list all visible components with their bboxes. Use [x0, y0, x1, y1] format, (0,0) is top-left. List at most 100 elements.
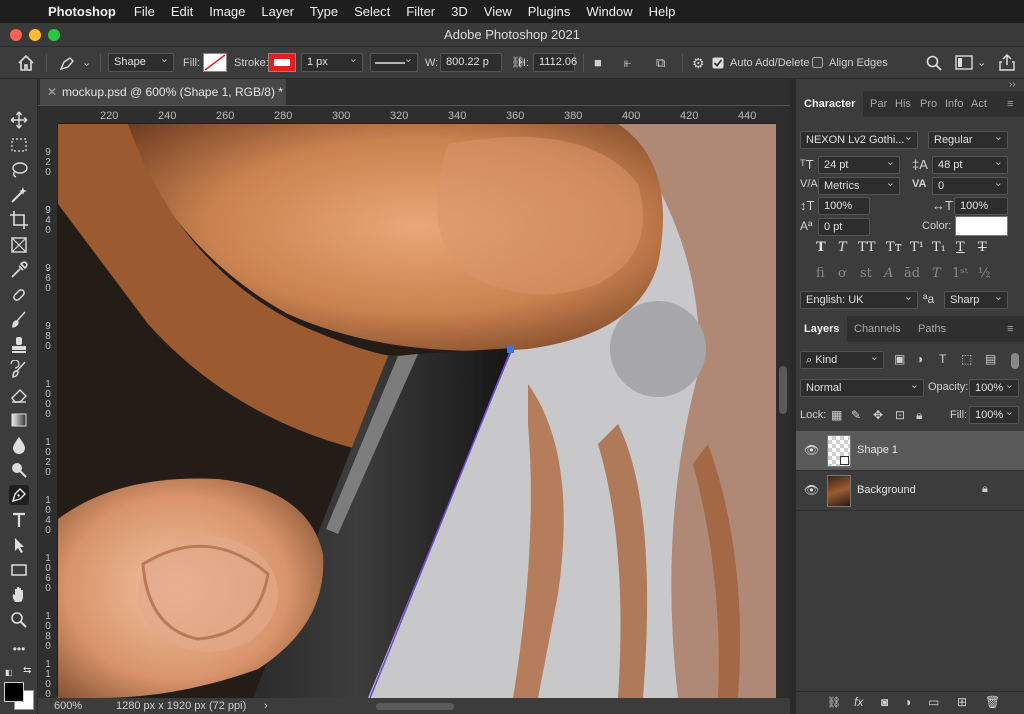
ruler-origin[interactable]: [38, 106, 58, 124]
pen-tool-preset-icon[interactable]: [58, 55, 78, 71]
menu-select[interactable]: Select: [354, 4, 390, 19]
vertical-scrollbar[interactable]: [776, 106, 790, 698]
contextual-icon[interactable]: T: [932, 266, 941, 281]
history-brush-tool-icon[interactable]: [9, 360, 29, 380]
underline-icon[interactable]: T: [956, 240, 965, 255]
search-icon[interactable]: [926, 55, 942, 71]
share-icon[interactable]: [999, 54, 1015, 71]
path-arrangement-icon[interactable]: ⧉: [656, 53, 665, 73]
tab-channels[interactable]: Channels: [854, 316, 900, 342]
small-caps-icon[interactable]: Tᴛ: [886, 240, 902, 255]
tab-info[interactable]: Info: [945, 91, 963, 117]
menu-layer[interactable]: Layer: [261, 4, 294, 19]
auto-add-delete-checkbox[interactable]: [712, 57, 724, 69]
crop-tool-icon[interactable]: [9, 210, 29, 230]
menu-help[interactable]: Help: [649, 4, 676, 19]
workspace-chevron-icon[interactable]: ⌄: [977, 53, 986, 73]
magic-wand-tool-icon[interactable]: [9, 185, 29, 205]
menu-plugins[interactable]: Plugins: [528, 4, 571, 19]
lock-all-icon[interactable]: 🔒︎: [916, 408, 922, 423]
scroll-thumb[interactable]: [779, 366, 787, 414]
old-style-icon[interactable]: ơ: [838, 266, 846, 281]
menu-view[interactable]: View: [484, 4, 512, 19]
hand-tool-icon[interactable]: [9, 585, 29, 605]
more-tools-icon[interactable]: •••: [9, 639, 29, 659]
filter-type-icon[interactable]: T: [939, 352, 946, 366]
move-tool-icon[interactable]: [9, 110, 29, 130]
eraser-tool-icon[interactable]: [9, 385, 29, 405]
home-icon[interactable]: [17, 55, 35, 71]
gradient-tool-icon[interactable]: [9, 410, 29, 430]
collapse-panels-icon[interactable]: ››: [1009, 79, 1016, 90]
frame-tool-icon[interactable]: [9, 235, 29, 255]
menu-type[interactable]: Type: [310, 4, 338, 19]
zoom-tool-icon[interactable]: [9, 610, 29, 630]
menu-filter[interactable]: Filter: [406, 4, 435, 19]
eyedropper-tool-icon[interactable]: [9, 260, 29, 280]
lock-artboard-icon[interactable]: ⊡: [895, 408, 905, 422]
font-size-field[interactable]: 24 pt: [818, 154, 900, 174]
layers-panel-menu-icon[interactable]: ≡: [1007, 316, 1013, 342]
tab-paths[interactable]: Paths: [918, 316, 946, 342]
add-mask-icon[interactable]: ◙: [881, 695, 888, 709]
status-menu-chevron-icon[interactable]: ›: [264, 698, 268, 714]
language-select[interactable]: English: UK: [800, 289, 918, 309]
tab-actions[interactable]: Act: [971, 91, 987, 117]
layer-filter-select[interactable]: ⌕ Kind: [800, 349, 884, 369]
foreground-color-swatch[interactable]: [4, 682, 24, 702]
swash-icon[interactable]: st: [860, 266, 872, 281]
link-layers-icon[interactable]: ⛓: [827, 696, 841, 709]
menu-file[interactable]: File: [134, 4, 155, 19]
pen-tool-icon[interactable]: [9, 485, 29, 505]
eye-icon[interactable]: 👁︎: [804, 483, 819, 497]
stroke-type-select[interactable]: [370, 51, 418, 72]
lock-transparency-icon[interactable]: ▦: [831, 408, 842, 422]
zoom-level[interactable]: 600%: [54, 698, 82, 714]
zoom-window-button[interactable]: [48, 29, 60, 41]
lock-position-icon[interactable]: ✥: [873, 408, 883, 422]
tab-properties[interactable]: Pro: [920, 91, 937, 117]
titling-icon[interactable]: ād: [904, 266, 920, 281]
vertical-scale-field[interactable]: 100%: [818, 197, 870, 215]
ligatures-icon[interactable]: fi: [816, 266, 825, 281]
filter-pixel-icon[interactable]: ▣: [894, 352, 905, 366]
healing-brush-tool-icon[interactable]: [9, 285, 29, 305]
minimize-window-button[interactable]: [29, 29, 41, 41]
preset-chevron-icon[interactable]: ⌄: [82, 53, 91, 73]
tab-character[interactable]: Character: [796, 91, 864, 117]
workspace-icon[interactable]: [955, 55, 973, 70]
filter-smart-object-icon[interactable]: ▤: [985, 352, 996, 366]
leading-field[interactable]: 48 pt: [932, 154, 1008, 174]
fill-swatch[interactable]: [203, 53, 227, 72]
ordinals-icon[interactable]: 1ˢᵗ: [952, 266, 968, 281]
fractions-icon[interactable]: ½: [978, 266, 991, 281]
tab-layers[interactable]: Layers: [796, 316, 848, 342]
all-caps-icon[interactable]: TT: [858, 240, 876, 255]
font-style-select[interactable]: Regular: [928, 129, 1008, 149]
horizontal-ruler[interactable]: 220 240 260 280 300 320 340 360 380 400 …: [58, 106, 776, 124]
font-family-select[interactable]: NEXON Lv2 Gothi...: [800, 129, 918, 149]
path-alignment-icon[interactable]: ⫦: [624, 53, 631, 73]
faux-italic-icon[interactable]: T: [838, 240, 847, 255]
filter-adjustment-icon[interactable]: ◑: [916, 352, 923, 366]
lasso-tool-icon[interactable]: [9, 160, 29, 180]
panel-menu-icon[interactable]: ≡: [1007, 91, 1013, 117]
vertical-ruler[interactable]: 9 2 0 9 4 0 9 6 0 9 8 0 1 0 0 0 1 0 2 0 …: [38, 124, 58, 700]
superscript-icon[interactable]: T¹: [910, 240, 924, 255]
height-field[interactable]: 1112.06: [533, 53, 577, 72]
menu-window[interactable]: Window: [586, 4, 632, 19]
stroke-width-field[interactable]: 1 px: [301, 51, 363, 72]
clone-stamp-tool-icon[interactable]: [9, 335, 29, 355]
document-tab[interactable]: ✕ mockup.psd @ 600% (Shape 1, RGB/8) *: [40, 79, 286, 105]
app-menu[interactable]: Photoshop: [48, 4, 116, 19]
alternates-icon[interactable]: A: [884, 266, 893, 281]
faux-bold-icon[interactable]: T: [816, 240, 826, 255]
document-canvas[interactable]: [58, 124, 776, 698]
blend-mode-select[interactable]: Normal: [800, 377, 924, 397]
new-group-icon[interactable]: ▭: [928, 695, 939, 709]
filter-shape-icon[interactable]: ⬚: [961, 352, 972, 366]
rectangle-tool-icon[interactable]: [9, 560, 29, 580]
blur-tool-icon[interactable]: [9, 435, 29, 455]
layer-style-icon[interactable]: fx: [854, 695, 863, 709]
antialias-select[interactable]: Sharp: [944, 289, 1008, 309]
